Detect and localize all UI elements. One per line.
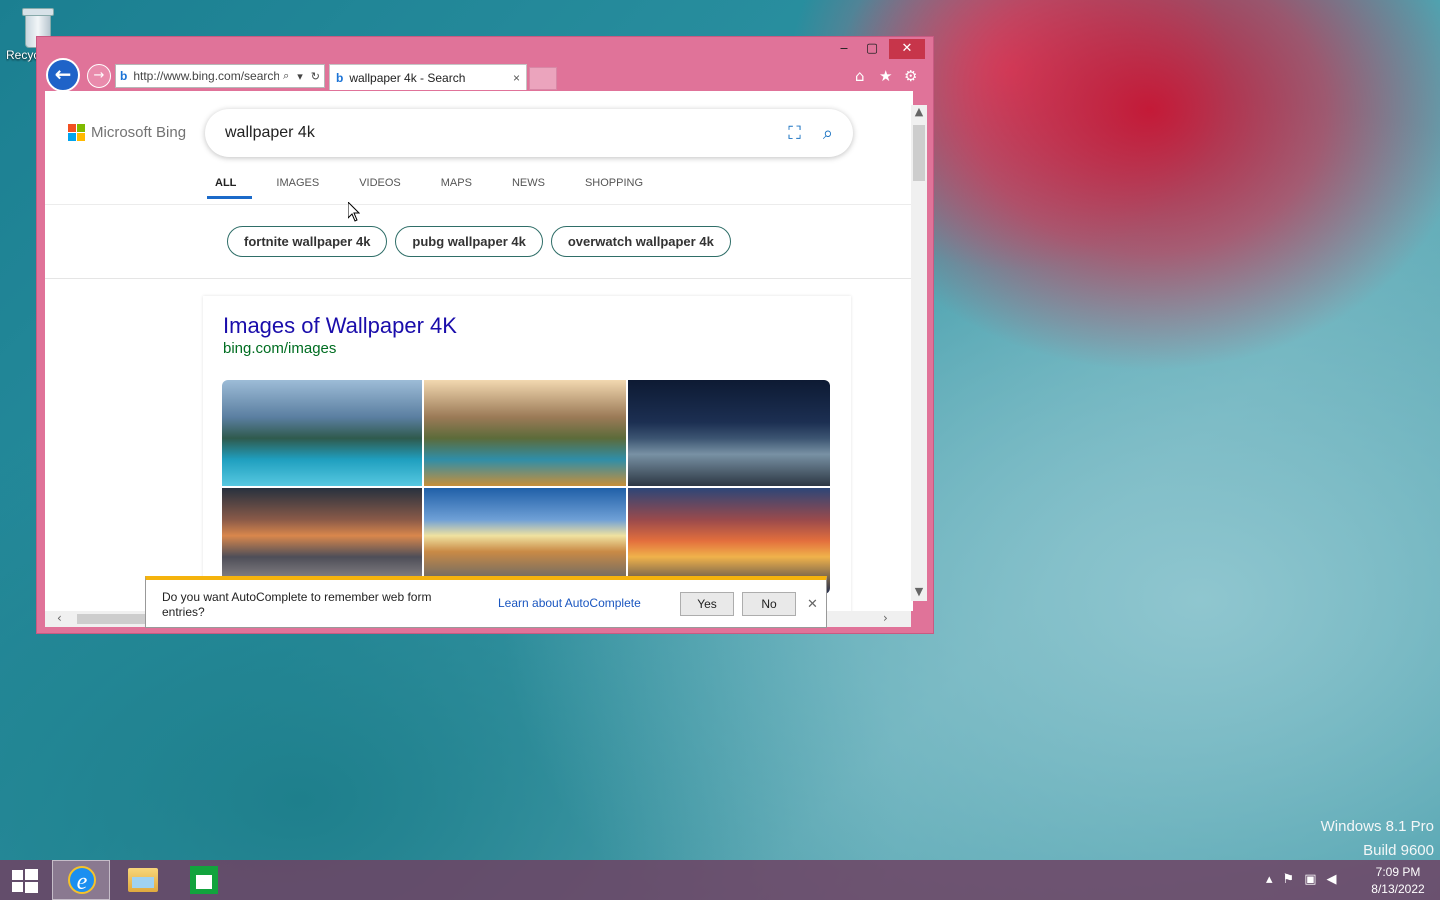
refresh-icon[interactable]: ↻: [311, 70, 320, 83]
internet-explorer-icon: e: [68, 866, 96, 895]
windows-logo-icon-part: [12, 882, 23, 892]
thumbnail-grid: [222, 380, 830, 594]
new-tab-button[interactable]: [529, 67, 557, 90]
home-icon[interactable]: ⌂: [855, 67, 865, 85]
thumbnail-pier-night-mountains[interactable]: [628, 380, 830, 486]
tab-close-button[interactable]: ×: [513, 71, 520, 85]
scroll-right-icon[interactable]: ›: [883, 611, 888, 625]
favorites-icon[interactable]: ★: [879, 67, 892, 85]
image-result-card: Images of Wallpaper 4K bing.com/images: [203, 296, 851, 611]
tab-videos[interactable]: VIDEOS: [359, 177, 401, 199]
logo-text: Microsoft Bing: [91, 124, 187, 141]
yes-button[interactable]: Yes: [680, 592, 734, 616]
address-url[interactable]: http://www.bing.com/search?q=wallpaper+4…: [133, 69, 279, 83]
tab-shopping[interactable]: SHOPPING: [585, 177, 643, 199]
tab-title: wallpaper 4k - Search: [349, 70, 466, 85]
divider: [45, 204, 913, 205]
back-arrow-icon: ←: [54, 62, 72, 86]
windows-logo-icon: [12, 870, 23, 880]
maximize-button[interactable]: ▢: [857, 39, 887, 59]
mouse-cursor-icon: [347, 200, 361, 225]
close-button[interactable]: ✕: [889, 39, 925, 59]
no-button[interactable]: No: [742, 592, 796, 616]
minimize-button[interactable]: ‒: [829, 39, 859, 59]
bing-logo[interactable]: Microsoft Bing: [68, 124, 186, 141]
visual-search-icon[interactable]: ⛶: [788, 123, 801, 144]
result-url: bing.com/images: [223, 340, 337, 357]
windows-logo-icon-part: [25, 869, 38, 880]
forward-arrow-icon: →: [93, 68, 105, 83]
result-title[interactable]: Images of Wallpaper 4K: [223, 313, 457, 339]
microsoft-logo-icon: [68, 124, 85, 141]
clock[interactable]: 7:09 PM 8/13/2022: [1362, 864, 1434, 898]
thumbnail-lake-mountains[interactable]: [222, 380, 422, 486]
watermark-edition: Windows 8.1 Pro: [1320, 818, 1434, 835]
bing-favicon-icon: b: [120, 69, 128, 83]
bing-favicon-icon: b: [336, 70, 344, 85]
notification-message: Do you want AutoComplete to remember web…: [162, 590, 432, 619]
ie-window: ‒ ▢ ✕ ← → b http://www.bing.com/search?q…: [36, 36, 934, 634]
taskbar-ie-button[interactable]: e: [52, 860, 110, 900]
notification-close-icon[interactable]: ✕: [807, 596, 818, 612]
address-bar[interactable]: b http://www.bing.com/search?q=wallpaper…: [115, 64, 325, 88]
search-box[interactable]: wallpaper 4k ⛶ ⌕: [205, 109, 853, 157]
scroll-thumb[interactable]: [77, 614, 147, 624]
tab-maps[interactable]: MAPS: [441, 177, 472, 199]
system-tray: ▴ ⚑ ▣ ◀: [1266, 872, 1346, 887]
scroll-thumb[interactable]: [913, 125, 925, 181]
taskbar-store-button[interactable]: [176, 860, 234, 900]
action-center-flag-icon[interactable]: ⚑: [1283, 872, 1295, 887]
search-icon[interactable]: ⌕: [283, 70, 289, 83]
tab-bing-search[interactable]: b wallpaper 4k - Search ×: [329, 64, 527, 90]
taskbar: e ▴ ⚑ ▣ ◀ 7:09 PM 8/13/2022: [0, 860, 1440, 900]
show-hidden-icons-icon[interactable]: ▴: [1266, 872, 1273, 887]
windows-watermark: Windows 8.1 Pro Build 9600: [1321, 815, 1434, 863]
dropdown-icon[interactable]: ▾: [297, 70, 303, 83]
volume-muted-icon[interactable]: ◀: [1326, 872, 1336, 887]
autocomplete-notification: Do you want AutoComplete to remember web…: [145, 576, 827, 628]
clock-time: 7:09 PM: [1375, 865, 1421, 879]
vertical-scrollbar[interactable]: ▲ ▼: [911, 105, 927, 601]
start-button[interactable]: [8, 868, 40, 894]
scope-tabs: ALL IMAGES VIDEOS MAPS NEWS SHOPPING: [206, 177, 683, 199]
search-icon[interactable]: ⌕: [823, 123, 833, 144]
windows-logo-icon-part: [25, 882, 38, 893]
scroll-left-icon[interactable]: ‹: [57, 611, 62, 625]
related-searches: fortnite wallpaper 4k pubg wallpaper 4k …: [227, 226, 739, 257]
learn-autocomplete-link[interactable]: Learn about AutoComplete: [498, 596, 641, 610]
store-icon: [190, 866, 218, 894]
settings-icon[interactable]: ⚙: [904, 67, 917, 85]
network-icon[interactable]: ▣: [1304, 872, 1316, 887]
search-input[interactable]: wallpaper 4k: [225, 124, 788, 142]
page-viewport: Microsoft Bing wallpaper 4k ⛶ ⌕ ALL IMAG…: [45, 91, 913, 611]
related-chip[interactable]: overwatch wallpaper 4k: [550, 226, 731, 257]
clock-date: 8/13/2022: [1371, 882, 1425, 896]
related-chip[interactable]: pubg wallpaper 4k: [395, 226, 543, 257]
forward-button[interactable]: →: [87, 64, 111, 88]
scroll-down-icon[interactable]: ▼: [911, 585, 927, 598]
tab-all[interactable]: ALL: [206, 177, 254, 199]
back-button[interactable]: ←: [46, 58, 80, 92]
tab-news[interactable]: NEWS: [512, 177, 545, 199]
tab-images[interactable]: IMAGES: [276, 177, 319, 199]
taskbar-file-explorer-button[interactable]: [114, 860, 172, 900]
divider: [45, 278, 913, 279]
related-chip[interactable]: fortnite wallpaper 4k: [227, 226, 388, 257]
thumbnail-river-sunset-islands[interactable]: [424, 380, 626, 486]
file-explorer-icon: [128, 868, 158, 892]
scroll-up-icon[interactable]: ▲: [911, 105, 927, 118]
